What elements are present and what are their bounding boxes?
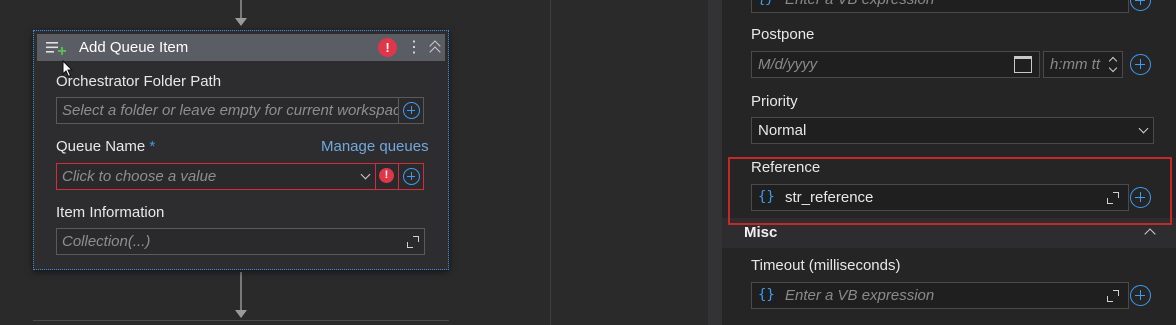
folder-path-input[interactable]: Select a folder or leave empty for curre… xyxy=(56,97,399,124)
required-marker: * xyxy=(149,138,156,155)
timeout-label: Timeout (milliseconds) xyxy=(751,257,901,274)
activity-title: Add Queue Item xyxy=(79,39,189,56)
postpone-label: Postpone xyxy=(751,26,815,43)
plus-icon[interactable] xyxy=(1130,54,1151,75)
item-information-label: Item Information xyxy=(56,204,165,221)
flow-connector-bottom xyxy=(240,272,242,310)
top-expression-field[interactable]: {} Enter a VB expression xyxy=(751,0,1129,13)
folder-path-plus-button[interactable] xyxy=(398,97,424,124)
next-activity-edge xyxy=(33,320,449,325)
priority-label: Priority xyxy=(751,93,798,110)
chevron-down-icon xyxy=(1138,123,1149,134)
timeout-placeholder: Enter a VB expression xyxy=(785,287,935,304)
queue-name-label: Queue Name * xyxy=(56,138,155,155)
add-queue-item-icon xyxy=(45,40,67,56)
expression-brace-icon: {} xyxy=(758,0,775,12)
queue-name-placeholder: Click to choose a value xyxy=(62,168,217,185)
postpone-date-field[interactable]: M/d/yyyy xyxy=(751,51,1040,78)
spinner-icon[interactable] xyxy=(1105,52,1122,77)
canvas-scrollbar[interactable] xyxy=(708,0,722,325)
queue-name-label-text: Queue Name xyxy=(56,138,146,155)
item-information-value: Collection(...) xyxy=(62,233,151,250)
more-options-icon[interactable]: ⋮ xyxy=(406,37,422,58)
chevron-down-icon xyxy=(360,169,371,180)
plus-icon xyxy=(403,168,420,185)
queue-name-dropdown[interactable]: Click to choose a value xyxy=(56,163,376,190)
folder-path-label: Orchestrator Folder Path xyxy=(56,73,222,90)
expression-brace-icon: {} xyxy=(758,287,775,303)
queue-name-error-cell: ! xyxy=(375,163,399,190)
flow-connector-top xyxy=(240,0,242,18)
flow-arrow-top xyxy=(235,18,247,26)
collapse-icon[interactable] xyxy=(428,38,442,58)
priority-dropdown[interactable]: Normal xyxy=(751,117,1154,144)
queue-name-plus-button[interactable] xyxy=(398,163,424,190)
postpone-time-placeholder: h:mm tt xyxy=(1050,56,1101,73)
designer-canvas-right xyxy=(551,0,708,325)
expand-icon[interactable] xyxy=(1107,290,1119,302)
reference-highlight-box xyxy=(728,157,1172,225)
top-expression-placeholder: Enter a VB expression xyxy=(785,0,934,12)
postpone-date-placeholder: M/d/yyyy xyxy=(758,56,818,73)
error-icon[interactable]: ! xyxy=(379,168,394,183)
chevron-up-icon[interactable] xyxy=(1144,228,1156,240)
expand-icon[interactable] xyxy=(407,236,419,248)
add-queue-item-activity[interactable]: Add Queue Item ! ⋮ Orchestrator Folder P… xyxy=(33,30,449,270)
misc-section-title: Misc xyxy=(744,224,778,241)
error-icon[interactable]: ! xyxy=(378,38,397,57)
calendar-icon[interactable] xyxy=(1014,56,1032,73)
activity-header[interactable]: Add Queue Item ! ⋮ xyxy=(37,34,445,61)
plus-icon xyxy=(403,102,420,119)
plus-icon[interactable] xyxy=(1130,0,1151,11)
designer-canvas: Add Queue Item ! ⋮ Orchestrator Folder P… xyxy=(0,0,550,325)
timeout-field[interactable]: {} Enter a VB expression xyxy=(751,282,1129,309)
manage-queues-link[interactable]: Manage queues xyxy=(321,138,429,155)
item-information-field[interactable]: Collection(...) xyxy=(56,228,425,255)
priority-value: Normal xyxy=(758,122,807,139)
plus-icon[interactable] xyxy=(1130,285,1151,306)
flow-arrow-bottom xyxy=(235,310,247,318)
